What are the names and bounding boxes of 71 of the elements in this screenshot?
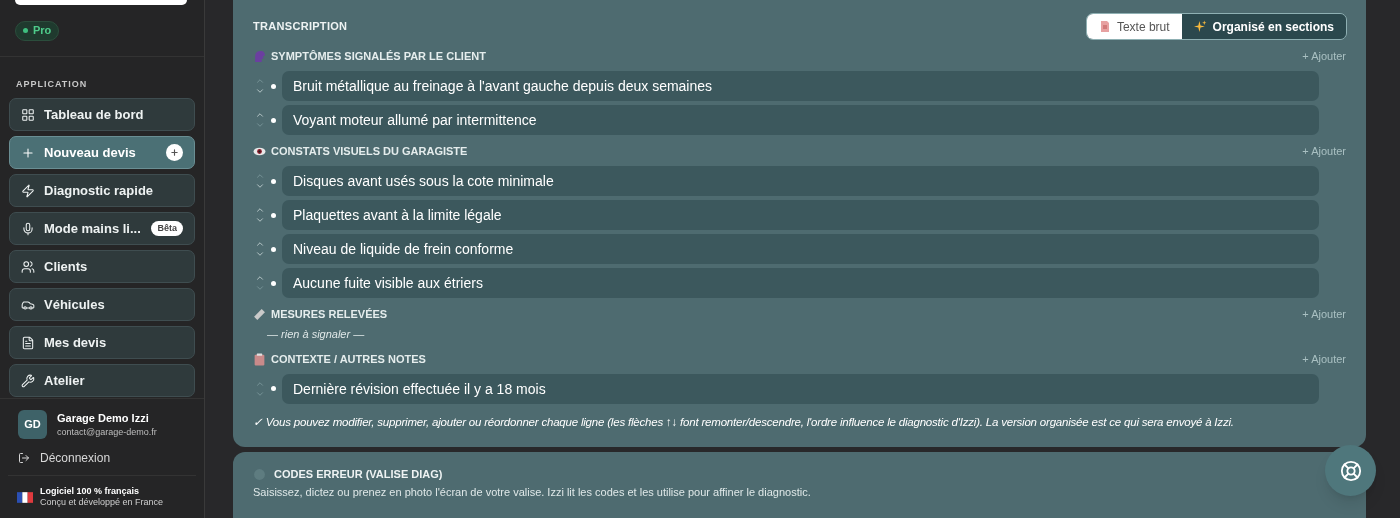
nav-item[interactable]: Atelier	[9, 364, 195, 397]
nav-icon	[21, 335, 35, 350]
sparkles-icon	[1193, 20, 1207, 33]
bullet-icon	[271, 83, 276, 89]
move-down-button[interactable]	[255, 249, 265, 259]
line-input[interactable]: Disques avant usés sous la cote minimale	[282, 166, 1319, 196]
bullet-icon	[271, 280, 276, 286]
beta-badge: Bêta	[151, 220, 183, 237]
logout-button[interactable]: Déconnexion	[18, 449, 111, 467]
plan-badge: Pro	[15, 20, 60, 41]
card-title: TRANSCRIPTION	[253, 19, 348, 35]
user-email: contact@garage-demo.fr	[57, 425, 157, 439]
move-up-button[interactable]	[255, 171, 265, 181]
bullet-icon	[271, 178, 276, 184]
nav-icon	[21, 145, 35, 160]
nav-icon	[21, 107, 35, 122]
nav-icon	[21, 373, 35, 388]
nav-item[interactable]: Clients	[9, 250, 195, 283]
move-up-button[interactable]	[255, 205, 265, 215]
section-title: MESURES RELEVÉES	[271, 307, 388, 323]
section-title: CONSTATS VISUELS DU GARAGISTE	[271, 144, 468, 160]
move-down-button[interactable]	[255, 181, 265, 191]
line-input[interactable]: Voyant moteur allumé par intermittence	[282, 105, 1319, 135]
line-input[interactable]: Aucune fuite visible aux étriers	[282, 268, 1319, 298]
move-down-button[interactable]	[255, 215, 265, 225]
empty-note: — rien à signaler —	[266, 327, 366, 342]
line-input[interactable]: Niveau de liquide de frein conforme	[282, 234, 1319, 264]
move-up-button[interactable]	[255, 76, 265, 86]
nav-icon	[21, 183, 35, 198]
help-note: ✓ Vous pouvez modifier, supprimer, ajouter ou réordonner chaque ligne (les flèches ↑↓ font remonter/descendre, l'ordre influence le diagnostic d'Izzi). La version organisée est ce qui sera envoyé à Izzi.	[253, 414, 1235, 430]
move-down-button[interactable]	[255, 120, 265, 130]
nav-icon	[21, 259, 35, 274]
section-title: CONTEXTE / AUTRES NOTES	[271, 351, 426, 367]
move-down-button[interactable]	[255, 283, 265, 293]
clipboard-icon	[253, 352, 266, 366]
move-up-button[interactable]	[255, 273, 265, 283]
nav-item[interactable]: Diagnostic rapide	[9, 174, 195, 207]
nav-item[interactable]: Tableau de bord	[9, 98, 195, 131]
bullet-icon	[271, 246, 276, 252]
line-input[interactable]: Bruit métallique au freinage à l'avant gauche depuis deux semaines	[282, 71, 1319, 101]
nav-icon	[21, 221, 35, 236]
bullet-icon	[271, 117, 276, 123]
nav-item[interactable]: Véhicules	[9, 288, 195, 321]
view-toggle-tab[interactable]: Organisé en sections	[1181, 14, 1346, 39]
speaking-head-icon	[253, 50, 266, 63]
flag-icon	[17, 491, 33, 503]
ruler-icon	[253, 308, 266, 321]
move-up-button[interactable]	[255, 110, 265, 120]
document-icon	[1098, 20, 1111, 33]
nav-item[interactable]: Mes devis	[9, 326, 195, 359]
card-description: Saisissez, dictez ou prenez en photo l'écran de votre valise. Izzi lit les codes et les utilise pour affiner le diagnostic.	[253, 485, 812, 501]
line-input[interactable]: Plaquettes avant à la limite légale	[282, 200, 1319, 230]
section-label: APPLICATION	[15, 77, 89, 91]
help-button[interactable]	[1325, 445, 1376, 496]
section-title: SYMPTÔMES SIGNALÉS PAR LE CLIENT	[271, 49, 486, 65]
user-avatar: GD	[18, 410, 47, 439]
bullet-icon	[271, 386, 276, 391]
line-input[interactable]: Dernière révision effectuée il y a 18 mois	[282, 373, 1319, 404]
card-title: CODES ERREUR (VALISE DIAG)	[274, 466, 443, 482]
bullet-icon	[271, 212, 276, 218]
footer-subtitle: Conçu et développé en France	[40, 497, 164, 508]
move-down-button[interactable]	[255, 86, 265, 96]
view-toggle-tab[interactable]: Texte brut	[1086, 14, 1182, 39]
nav-item[interactable]: Nouveau devis	[9, 136, 195, 169]
user-name: Garage Demo Izzi	[57, 410, 150, 426]
footer-title: Logiciel 100 % français	[40, 486, 141, 497]
lifebuoy-icon	[1339, 459, 1362, 482]
move-up-button[interactable]	[255, 239, 265, 249]
nav-item[interactable]: Mode mains li... Bêta	[9, 212, 195, 245]
eye-icon	[253, 145, 266, 158]
logout-icon	[18, 452, 30, 464]
